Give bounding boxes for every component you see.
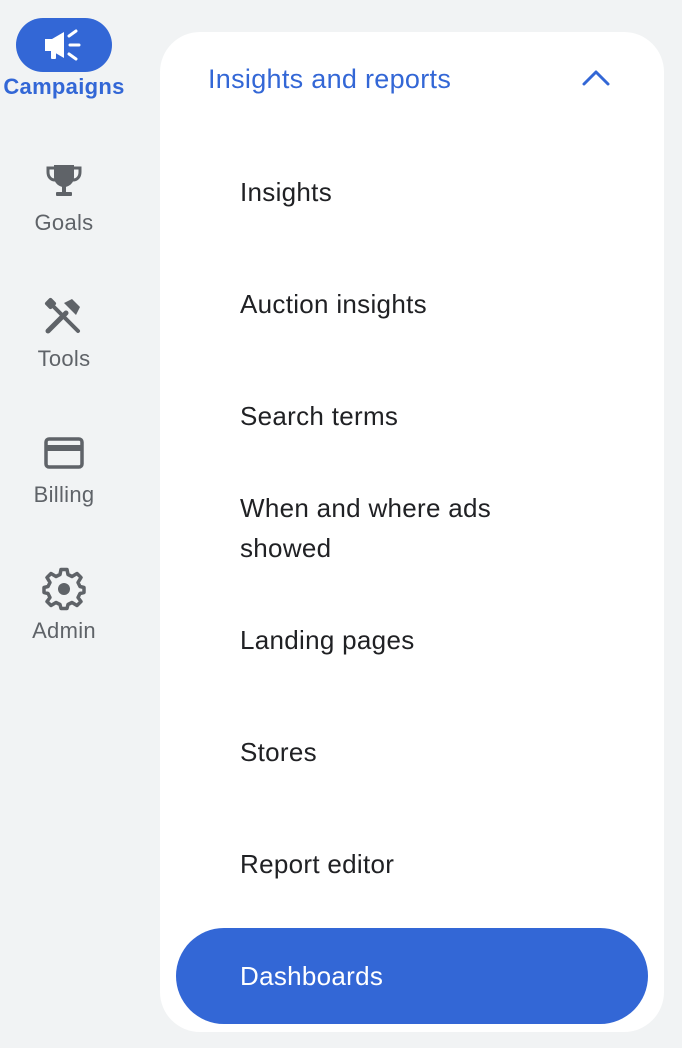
menu-item-insights[interactable]: Insights [176,144,648,240]
section-title: Insights and reports [208,64,452,94]
menu-item-landing-pages[interactable]: Landing pages [176,592,648,688]
menu-item-search-terms[interactable]: Search terms [176,368,648,464]
menu-item-label: Auction insights [240,289,427,319]
rail-item-admin[interactable]: Admin [0,562,128,644]
rail-item-billing[interactable]: Billing [0,426,128,508]
menu-item-label: Report editor [240,849,395,879]
menu-item-label: Stores [240,737,317,767]
rail-item-label: Billing [33,482,95,507]
rail-item-label: Tools [37,346,91,371]
rail-item-campaigns[interactable]: Campaigns [0,18,128,100]
menu-item-when-and-where-ads-showed[interactable]: When and where ads showed [176,480,648,592]
rail-item-tools[interactable]: Tools [0,290,128,372]
navigation-rail: Campaigns Goals Tools Billing Admin [0,0,128,1048]
chevron-up-icon[interactable] [580,66,612,95]
megaphone-icon [16,18,112,72]
section-header-insights-and-reports[interactable]: Insights and reports [160,32,664,128]
rail-item-label: Admin [32,618,96,643]
rail-item-label: Goals [34,210,94,235]
rail-item-goals[interactable]: Goals [0,154,128,236]
gear-icon [16,562,112,616]
insights-reports-panel: Insights and reports Insights Auction in… [160,32,664,1032]
tools-icon [16,290,112,344]
menu-item-label: Landing pages [240,625,415,655]
menu-item-label: Search terms [240,401,399,431]
menu-item-auction-insights[interactable]: Auction insights [176,256,648,352]
menu-item-stores[interactable]: Stores [176,704,648,800]
menu-item-label: Insights [240,177,333,207]
menu-item-label: Dashboards [240,961,384,991]
rail-item-label: Campaigns [3,74,125,99]
menu-item-report-editor[interactable]: Report editor [176,816,648,912]
credit-card-icon [16,426,112,480]
menu-item-dashboards[interactable]: Dashboards [176,928,648,1024]
trophy-icon [16,154,112,208]
menu-item-label: When and where ads showed [240,493,492,563]
